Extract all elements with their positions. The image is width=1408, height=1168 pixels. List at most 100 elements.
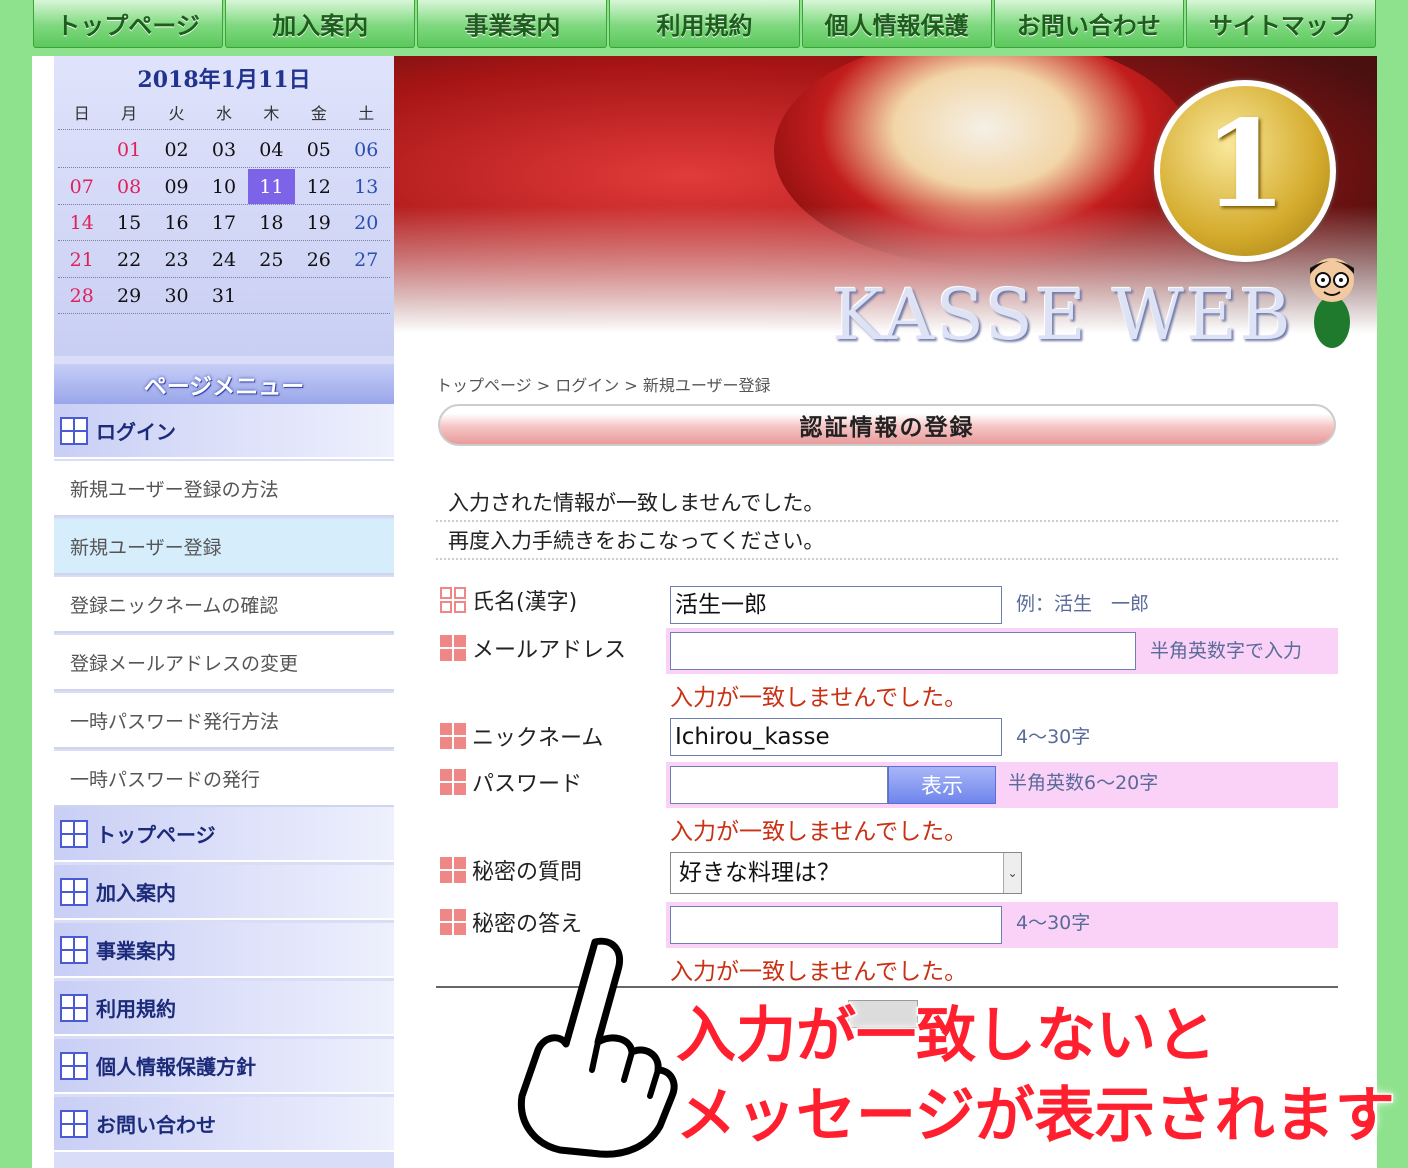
menu-privacy-policy[interactable]: 個人情報保護方針 xyxy=(54,1039,394,1094)
nav-contact[interactable]: お問い合わせ xyxy=(993,0,1184,48)
calendar-day[interactable]: 25 xyxy=(248,242,295,277)
calendar-day[interactable]: 06 xyxy=(343,132,390,167)
name-hint: 例：活生 一郎 xyxy=(1016,593,1150,615)
calendar-day[interactable]: 17 xyxy=(200,205,247,240)
calendar-day[interactable]: 15 xyxy=(105,205,152,240)
calendar-day[interactable]: 22 xyxy=(105,242,152,277)
nav-sitemap[interactable]: サイトマップ xyxy=(1185,0,1376,48)
badge-text: 1 xyxy=(1203,94,1287,235)
menu-login[interactable]: ログイン xyxy=(54,404,394,459)
header-banner: 1 KASSE WEB xyxy=(394,56,1377,356)
menu-sub-change-email[interactable]: 登録メールアドレスの変更 xyxy=(54,635,394,691)
calendar-day[interactable]: 24 xyxy=(200,242,247,277)
menu-sub-register[interactable]: 新規ユーザー登録 xyxy=(54,519,394,575)
email-input[interactable] xyxy=(670,632,1136,670)
calendar-day[interactable]: 03 xyxy=(200,132,247,167)
menu-sub-temp-password-how[interactable]: 一時パスワード発行方法 xyxy=(54,693,394,749)
menu-label: 利用規約 xyxy=(96,997,176,1021)
menu-sub-confirm-nickname[interactable]: 登録ニックネームの確認 xyxy=(54,577,394,633)
page-heading: 認証情報の登録 xyxy=(438,404,1336,446)
calendar-title: 2018年1月11日 xyxy=(137,67,311,93)
pointing-hand-icon xyxy=(517,937,678,1158)
nav-business[interactable]: 事業案内 xyxy=(417,0,608,48)
plus-square-icon xyxy=(60,935,88,964)
weekday: 木 xyxy=(263,104,280,123)
secret-question-select[interactable]: 好きな料理は？ ⌄ xyxy=(670,852,1022,894)
question-label-row: 秘密の質問 xyxy=(440,854,582,886)
calendar-day[interactable]: 12 xyxy=(295,169,342,204)
calendar-day[interactable]: 08 xyxy=(105,169,152,204)
grid-icon xyxy=(440,769,466,795)
calendar-day[interactable]: 11 xyxy=(247,168,296,204)
menu-business[interactable]: 事業案内 xyxy=(54,923,394,978)
weekday: 火 xyxy=(168,104,185,123)
calendar-day[interactable]: 13 xyxy=(343,169,390,204)
calendar-day[interactable]: 26 xyxy=(295,242,342,277)
question-label: 秘密の質問 xyxy=(472,860,583,885)
calendar-day[interactable]: 31 xyxy=(200,278,247,313)
nav-top-page[interactable]: トップページ xyxy=(33,0,224,48)
menu-label: お問い合わせ xyxy=(96,1113,216,1137)
menu-membership[interactable]: 加入案内 xyxy=(54,865,394,920)
weekday: 月 xyxy=(121,104,138,123)
calendar-day[interactable]: 04 xyxy=(248,132,295,167)
calendar-day[interactable]: 01 xyxy=(105,132,152,167)
calendar-day[interactable]: 29 xyxy=(105,278,152,313)
menu-sub-how-to-register[interactable]: 新規ユーザー登録の方法 xyxy=(54,461,394,517)
name-input[interactable]: 活生一郎 xyxy=(670,586,1002,624)
nickname-input[interactable]: Ichirou_kasse xyxy=(670,718,1002,756)
plus-square-icon xyxy=(60,819,88,848)
calendar-day xyxy=(58,132,105,167)
password-input[interactable] xyxy=(670,766,888,804)
email-error: 入力が一致しませんでした。 xyxy=(670,685,968,711)
calendar-day[interactable]: 16 xyxy=(153,205,200,240)
site-logo: KASSE WEB xyxy=(832,274,1293,356)
badge-number: 1 xyxy=(1154,80,1336,262)
answer-input[interactable] xyxy=(670,906,1002,944)
calendar-day[interactable]: 23 xyxy=(153,242,200,277)
calendar-day[interactable]: 10 xyxy=(200,169,247,204)
calendar-day[interactable]: 14 xyxy=(58,205,105,240)
calendar-day xyxy=(295,278,342,313)
calendar-day[interactable]: 20 xyxy=(343,205,390,240)
menu-label: 事業案内 xyxy=(96,939,176,963)
menu-top-page[interactable]: トップページ xyxy=(54,807,394,862)
menu-label: 加入案内 xyxy=(96,881,176,905)
plus-square-icon xyxy=(60,993,88,1022)
calendar-week: 14 15 16 17 18 19 20 xyxy=(58,205,390,242)
calendar-day[interactable]: 30 xyxy=(153,278,200,313)
calendar-day[interactable]: 18 xyxy=(248,205,295,240)
select-value: 好きな料理は？ xyxy=(679,860,840,886)
grid-icon xyxy=(440,857,466,883)
password-label: パスワード xyxy=(472,772,583,797)
weekday: 土 xyxy=(358,104,375,123)
breadcrumb-home[interactable]: トップページ xyxy=(436,376,532,395)
grid-icon xyxy=(440,909,466,935)
grid-icon xyxy=(440,635,466,661)
breadcrumb-login[interactable]: ログイン xyxy=(555,376,619,395)
plus-square-icon xyxy=(60,416,88,445)
top-navigation: トップページ 加入案内 事業案内 利用規約 個人情報保護 お問い合わせ サイトマ… xyxy=(32,0,1377,52)
calendar-week: 28 29 30 31 xyxy=(58,278,390,315)
calendar-day[interactable]: 05 xyxy=(295,132,342,167)
show-password-button[interactable]: 表示 xyxy=(888,766,996,804)
menu-contact[interactable]: お問い合わせ xyxy=(54,1097,394,1152)
calendar-day[interactable]: 28 xyxy=(58,278,105,313)
menu-terms[interactable]: 利用規約 xyxy=(54,981,394,1036)
calendar-day[interactable]: 19 xyxy=(295,205,342,240)
plus-square-icon xyxy=(60,1051,88,1080)
calendar-day[interactable]: 02 xyxy=(153,132,200,167)
calendar-day[interactable]: 27 xyxy=(343,242,390,277)
nav-membership[interactable]: 加入案内 xyxy=(225,0,416,48)
calendar-day[interactable]: 09 xyxy=(153,169,200,204)
menu-label: トップページ xyxy=(96,823,216,847)
empty-grid-icon xyxy=(440,587,466,613)
menu-label: ログイン xyxy=(96,420,176,444)
sidebar: 2018年1月11日 日 月 火 水 木 金 土 01 02 03 04 05 06 07 0… xyxy=(54,56,394,1168)
nav-privacy[interactable]: 個人情報保護 xyxy=(801,0,992,48)
calendar-day[interactable]: 07 xyxy=(58,169,105,204)
menu-sub-temp-password-issue[interactable]: 一時パスワードの発行 xyxy=(54,751,394,807)
nav-terms[interactable]: 利用規約 xyxy=(609,0,800,48)
calendar-day[interactable]: 21 xyxy=(58,242,105,277)
weekday: 金 xyxy=(310,104,327,123)
